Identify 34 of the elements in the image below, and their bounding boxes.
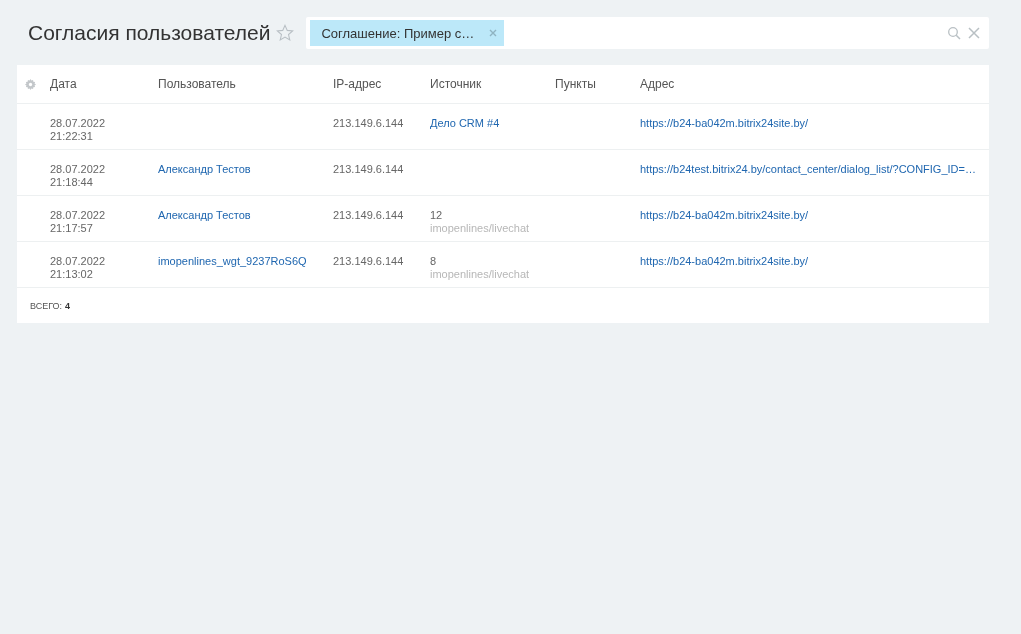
address-link[interactable]: https://b24-ba042m.bitrix24site.by/	[640, 255, 809, 267]
address-link[interactable]: https://b24-ba042m.bitrix24site.by/	[640, 117, 809, 129]
column-header[interactable]: Адрес	[640, 77, 989, 91]
source-link[interactable]: Дело CRM #4	[430, 117, 500, 129]
date-cell-text: 28.07.2022 21:22:31	[50, 117, 107, 143]
column-header[interactable]: IP-адрес	[333, 77, 430, 91]
tag-remove-button[interactable]	[488, 28, 499, 38]
star-icon[interactable]	[276, 24, 295, 42]
column-header[interactable]: Пункты	[555, 77, 640, 91]
ip-cell-text: 213.149.6.144	[333, 209, 405, 222]
settings-icon[interactable]	[25, 78, 36, 90]
filter-tag-label: Соглашение: Пример с…	[321, 25, 475, 41]
search-icon[interactable]	[947, 26, 961, 40]
source-cell-text: 12 imopenlines/livechat	[430, 209, 531, 235]
filter-search-field[interactable]: Соглашение: Пример с…	[306, 17, 989, 49]
column-header[interactable]: Пользователь	[158, 77, 333, 91]
user-link[interactable]: imopenlines_wgt_9237RoS6Q	[158, 255, 307, 267]
column-header[interactable]: Дата	[50, 77, 158, 91]
ip-cell-text: 213.149.6.144	[333, 255, 405, 268]
column-header[interactable]: Источник	[430, 77, 555, 91]
close-icon[interactable]	[967, 26, 981, 40]
total-count: ВСЕГО: 4	[30, 300, 71, 311]
source-cell-text: 8 imopenlines/livechat	[430, 255, 531, 281]
date-cell-text: 28.07.2022 21:18:44	[50, 163, 107, 189]
user-link[interactable]: Александр Тестов	[158, 209, 251, 221]
address-link[interactable]: https://b24test.bitrix24.by/contact_center/dialog_list/?CONFIG_ID=…	[640, 163, 976, 175]
date-cell-text: 28.07.2022 21:13:02	[50, 255, 107, 281]
ip-cell-text: 213.149.6.144	[333, 117, 405, 130]
address-link[interactable]: https://b24-ba042m.bitrix24site.by/	[640, 209, 809, 221]
ip-cell-text: 213.149.6.144	[333, 163, 405, 176]
date-cell-text: 28.07.2022 21:17:57	[50, 209, 107, 235]
page-title: Согласия пользователей	[28, 21, 271, 45]
filter-tag[interactable]: Соглашение: Пример с…	[310, 20, 505, 46]
user-link[interactable]: Александр Тестов	[158, 163, 251, 175]
